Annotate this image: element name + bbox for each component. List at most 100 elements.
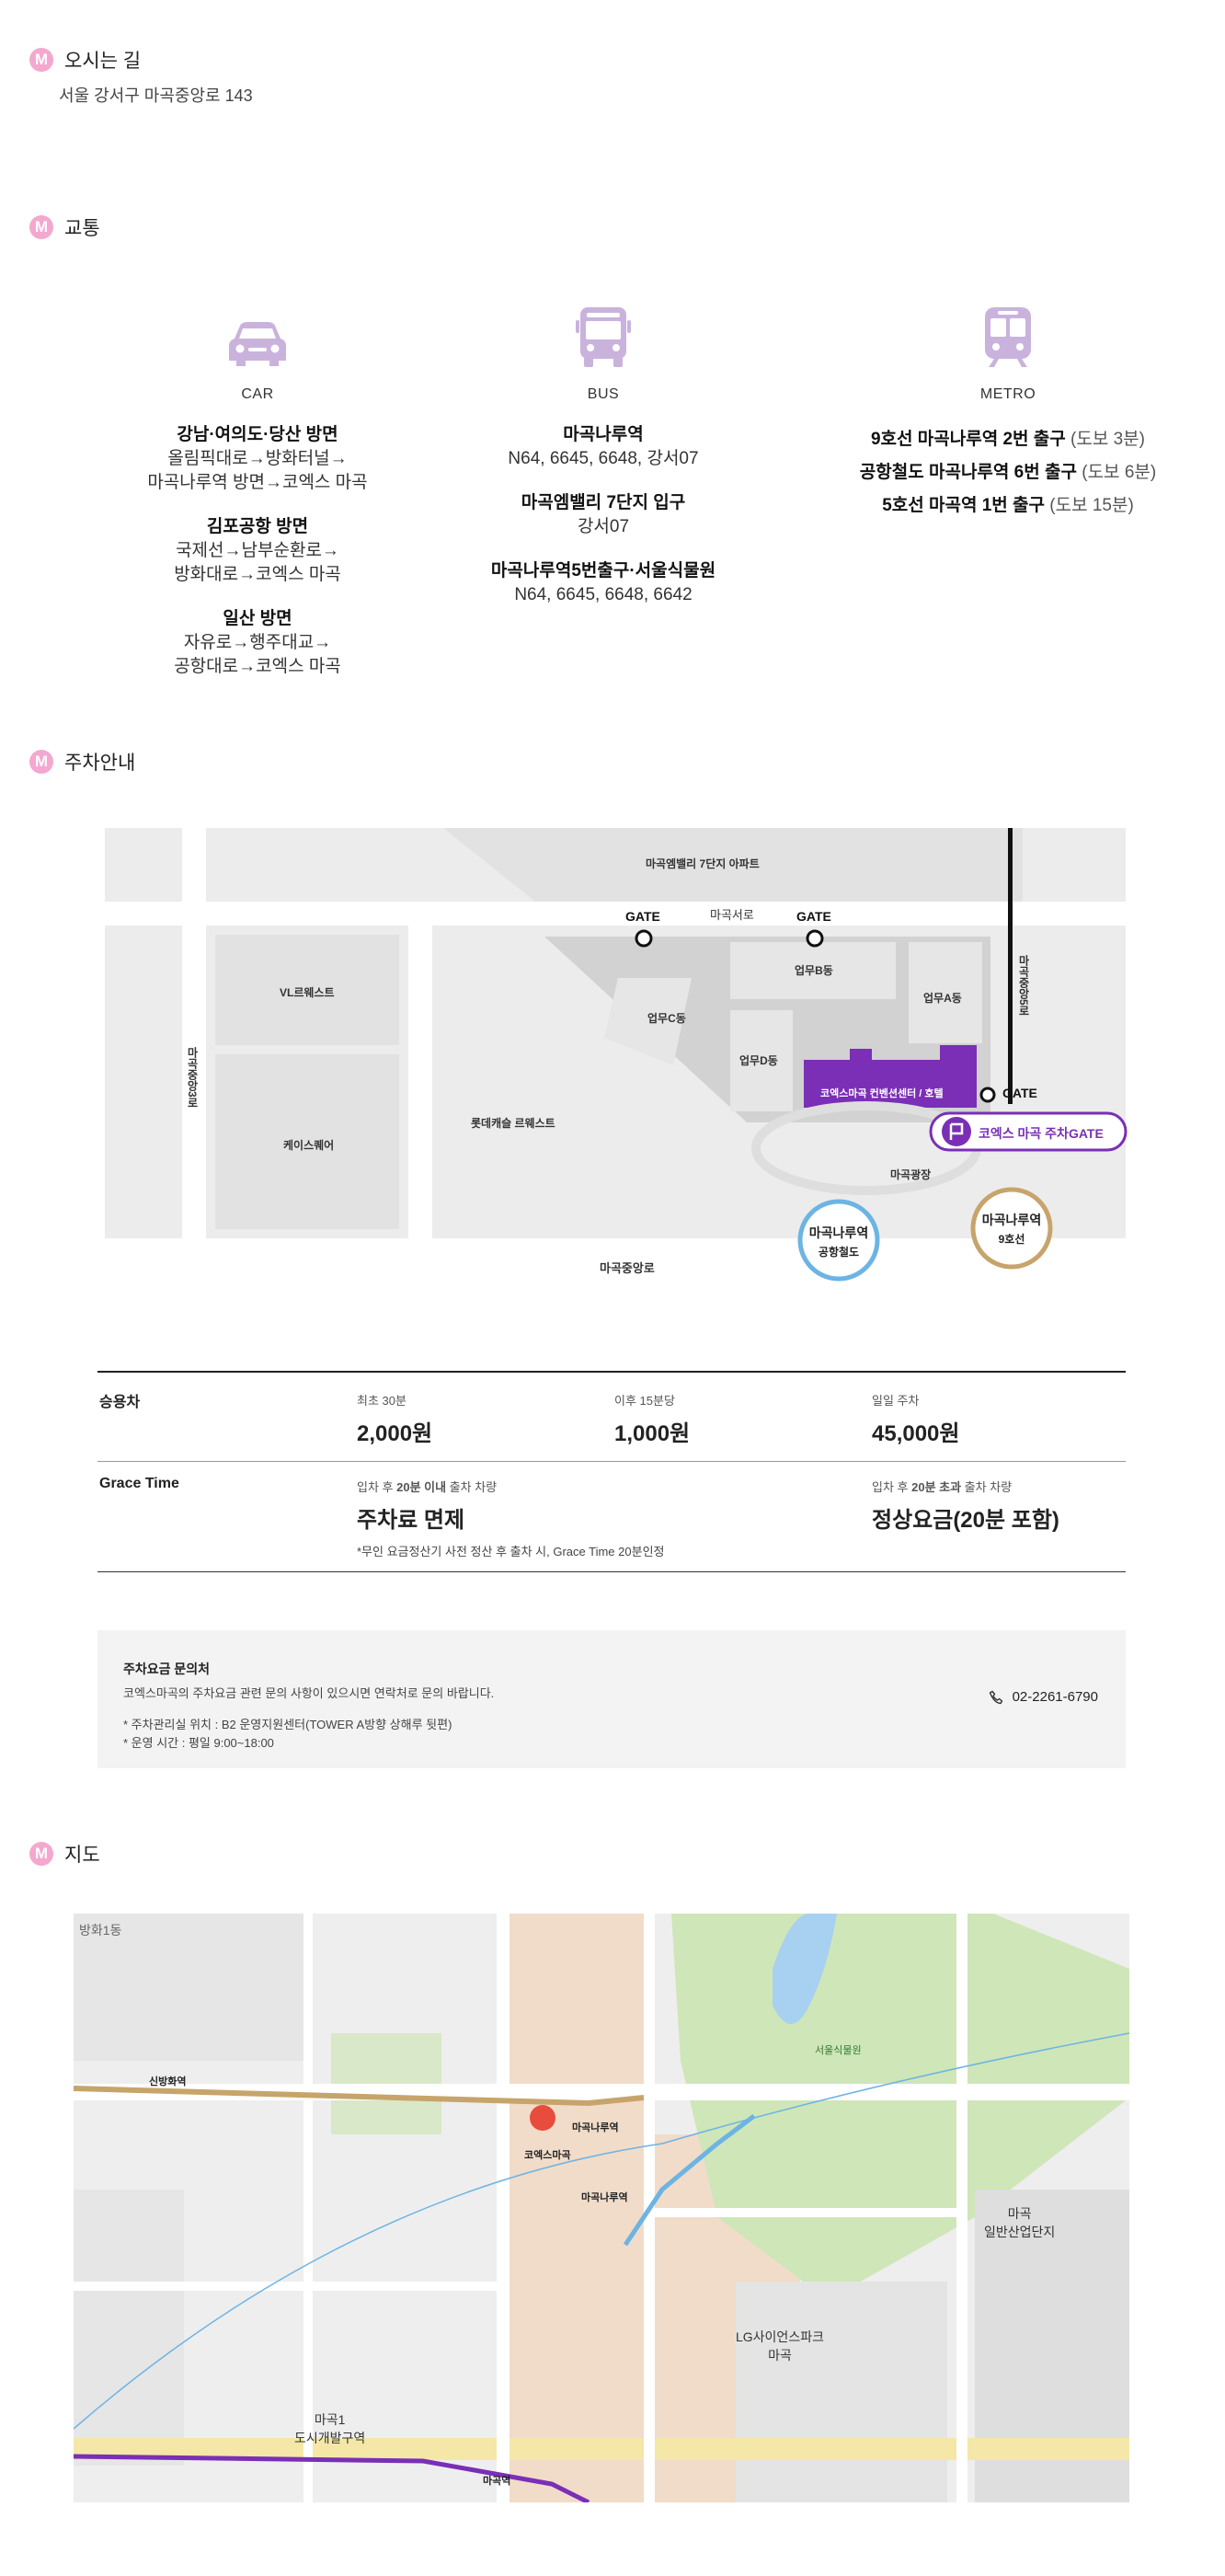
car-route: 일산 방면 자유로→행주대교→ 공항대로→코엑스 마곡: [92, 607, 423, 679]
station-line: 9호선: [998, 1233, 1025, 1246]
inquiry-phone[interactable]: 02-2261-6790: [989, 1689, 1098, 1705]
section-title-directions: 오시는 길: [64, 51, 142, 72]
label-gate: GATE: [625, 909, 660, 924]
inquiry-title: 주차요금 문의처: [123, 1662, 211, 1676]
grace-note: *무인 요금정산기 사전 정산 후 출차 시, Grace Time 20분인정: [357, 1545, 665, 1558]
label-road-jungang: 마곡중앙로: [600, 1261, 655, 1275]
grace-over-post: 출차 차량: [961, 1480, 1013, 1494]
metro-line-walk: (도보 15분): [1049, 496, 1134, 515]
transport-header: M 교통: [29, 213, 100, 241]
bus-stop: 마곡엠밸리 7단지 입구 강서07: [438, 491, 769, 539]
grace-over-value: 정상요금(20분 포함): [872, 1508, 1059, 1533]
metro-line-main: 9호선 마곡나루역 2번 출구: [870, 430, 1066, 449]
station-name: 마곡나루역: [808, 1225, 869, 1240]
metro-line: 5호선 마곡역 1번 출구 (도보 15분): [833, 489, 1183, 523]
label-road-jungang3: 마곡중앙3로: [186, 1047, 199, 1109]
bus-icon: [438, 304, 769, 368]
bus-stop-line: N64, 6645, 6648, 강서07: [508, 449, 699, 468]
fee-first-label: 최초 30분: [357, 1394, 406, 1408]
station-l9-label: 마곡나루역 9호선: [973, 1211, 1050, 1247]
section-title-parking: 주차안내: [64, 753, 136, 774]
car-route-title: 김포공항 방면: [206, 517, 309, 536]
grace-over-bold: 20분 초과: [911, 1480, 962, 1494]
metro-label: METRO: [979, 386, 1036, 402]
bus-stop-line: N64, 6645, 6648, 6642: [514, 585, 693, 604]
station-arex-label: 마곡나루역 공항철도: [800, 1224, 877, 1259]
bus-label: BUS: [587, 386, 620, 402]
coex-building-label: 코엑스마곡 컨벤션센터 / 호텔: [820, 1088, 944, 1099]
label-road-jungang5: 마곡중앙5로: [1017, 955, 1030, 1017]
bus-stop-title: 마곡나루역5번출구·서울식물원: [490, 561, 716, 581]
metro-line-main: 공항철도 마곡나루역 6번 출구: [859, 463, 1077, 482]
fee-daily-value: 45,000원: [872, 1421, 960, 1446]
bus-stop: 마곡나루역 N64, 6645, 6648, 강서07: [438, 423, 769, 471]
label-bizB: 업무B동: [795, 964, 833, 977]
directions-header: M 오시는 길: [29, 46, 141, 74]
label-apt7: 마곡엠밸리 7단지 아파트: [646, 857, 760, 870]
grace-in-pre: 입차 후: [357, 1480, 397, 1494]
bus-stop: 마곡나루역5번출구·서울식물원 N64, 6645, 6648, 6642: [438, 559, 769, 607]
grace-over-pre: 입차 후: [872, 1480, 912, 1494]
section-badge: M: [29, 48, 53, 72]
map-label-lg-science-1: LG사이언스파크: [736, 2329, 824, 2344]
fee-daily-label: 일일 주차: [872, 1394, 920, 1408]
metro-line: 공항철도 마곡나루역 6번 출구 (도보 6분): [833, 456, 1183, 489]
car-route-line: 국제선→남부순환로→: [176, 541, 339, 560]
car-route-line: 자유로→행주대교→: [183, 633, 332, 652]
label-gate: GATE: [796, 909, 831, 924]
map-header: M 지도: [29, 1840, 100, 1868]
fee-table-bottom-rule: [97, 1571, 1126, 1572]
phone-icon: [989, 1690, 1002, 1704]
inquiry-location: * 주차관리실 위치 : B2 운영지원센터(TOWER A방향 상해루 뒷편): [123, 1718, 452, 1731]
car-route: 김포공항 방면 국제선→남부순환로→ 방화대로→코엑스 마곡: [92, 515, 423, 587]
car-icon: [92, 304, 423, 368]
fee-label-grace: Grace Time: [99, 1476, 179, 1491]
metro-line-walk: (도보 3분): [1070, 430, 1145, 449]
grace-over-label: 입차 후 20분 초과 출차 차량: [872, 1478, 1012, 1495]
station-line: 공항철도: [818, 1246, 860, 1259]
grace-in-bold: 20분 이내: [396, 1480, 447, 1494]
grace-in-label: 입차 후 20분 이내 출차 차량: [357, 1478, 497, 1495]
map-label-dev: 마곡1 도시개발구역: [294, 2410, 365, 2447]
fee-first-value: 2,000원: [357, 1421, 433, 1446]
fee-table-mid-rule: [97, 1461, 1126, 1462]
car-route: 강남·여의도·당산 방면 올림픽대로→방화터널→ 마곡나루역 방면→코엑스 마곡: [92, 423, 423, 495]
map-label-industrial-2: 일반산업단지: [984, 2225, 1056, 2239]
inquiry-hours: * 운영 시간 : 평일 9:00~18:00: [123, 1736, 274, 1750]
car-route-line: 올림픽대로→방화터널→: [167, 449, 348, 468]
map-label-seoul-garden: 서울식물원: [815, 2045, 862, 2056]
label-lotte: 롯데캐슬 르웨스트: [471, 1117, 555, 1130]
bus-column: BUS 마곡나루역 N64, 6645, 6648, 강서07 마곡엠밸리 7단…: [438, 304, 769, 627]
fee-after-value: 1,000원: [614, 1421, 691, 1446]
map-label-magoknaru2: 마곡나루역: [581, 2192, 628, 2203]
car-route-title: 일산 방면: [223, 609, 292, 628]
map-label-dev-1: 마곡1: [314, 2412, 346, 2427]
label-magokseoro: 마곡서로: [710, 908, 754, 922]
map-label-coex: 코엑스마곡: [524, 2150, 571, 2161]
parking-map: 마곡엠밸리 7단지 아파트 GATE 마곡서로 GATE VL르웨스트 케이스퀘…: [103, 817, 1129, 1295]
car-route-line: 마곡나루역 방면→코엑스 마곡: [147, 473, 368, 492]
map-label-lg-science-2: 마곡: [768, 2348, 792, 2363]
car-route-line: 방화대로→코엑스 마곡: [174, 565, 341, 584]
bus-stop-title: 마곡나루역: [563, 425, 644, 444]
bus-stop-title: 마곡엠밸리 7단지 입구: [521, 493, 686, 512]
station-name: 마곡나루역: [981, 1213, 1042, 1227]
map-label-balsan: 신방화역: [149, 2076, 187, 2087]
metro-column: METRO 9호선 마곡나루역 2번 출구 (도보 3분) 공항철도 마곡나루역…: [833, 304, 1183, 523]
label-plaza: 마곡광장: [890, 1168, 932, 1181]
label-vl: VL르웨스트: [280, 986, 335, 999]
label-gate: GATE: [1002, 1086, 1037, 1100]
section-badge: M: [29, 1842, 53, 1866]
fee-after-label: 이후 15분당: [614, 1394, 675, 1408]
section-title-map: 지도: [64, 1845, 100, 1866]
location-map[interactable]: 코엑스마곡 마곡나루역 마곡나루역 신방화역 마곡역 서울식물원 LG사이언스파…: [74, 1914, 1129, 2502]
map-label-industrial-1: 마곡: [1007, 2206, 1032, 2221]
metro-line-walk: (도보 6분): [1082, 463, 1157, 482]
section-badge: M: [29, 215, 53, 239]
map-label-banghwa: 방화1동: [79, 1923, 122, 1938]
section-badge: M: [29, 750, 53, 774]
map-label-magok: 마곡역: [483, 2476, 511, 2487]
label-bizC: 업무C동: [647, 1012, 686, 1025]
map-label-lg-science: LG사이언스파크 마곡: [736, 2328, 824, 2364]
fee-table-top-rule: [97, 1371, 1126, 1373]
